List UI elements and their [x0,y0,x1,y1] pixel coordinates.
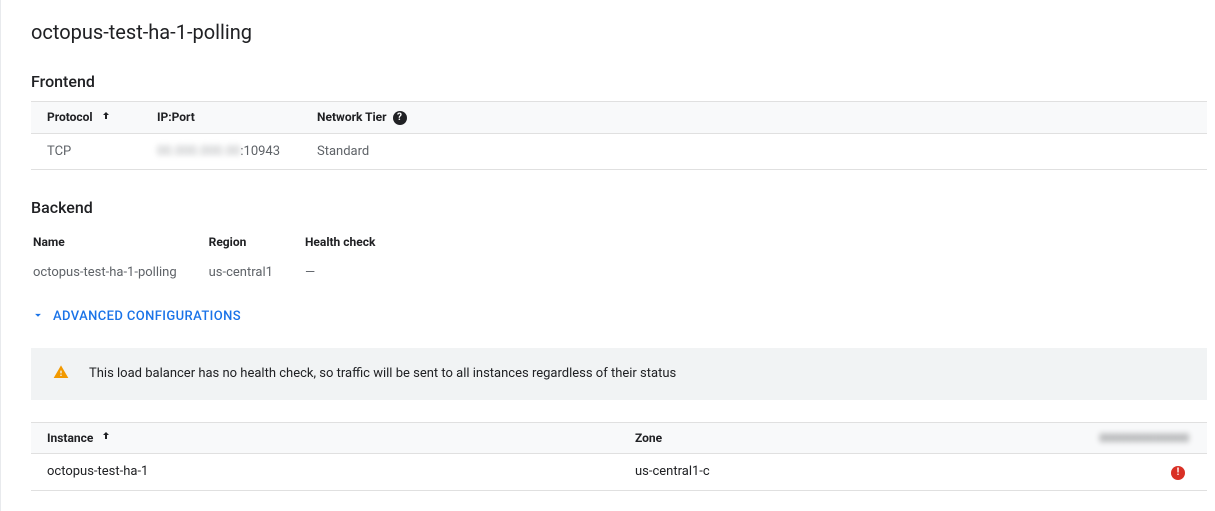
port-suffix: :10943 [240,144,280,159]
frontend-heading: Frontend [31,72,1207,91]
ip-masked: 00.000.000.00 [157,144,240,159]
frontend-protocol: TCP [31,133,141,169]
col-status-header[interactable]: 0000000000000 [892,422,1208,453]
instances-table: Instance Zone 0000000000000 octopus-test… [31,422,1207,491]
advanced-configurations-label: ADVANCED CONFIGURATIONS [53,309,241,324]
warning-text: This load balancer has no health check, … [89,366,676,381]
advanced-configurations-toggle[interactable]: ADVANCED CONFIGURATIONS [31,308,241,326]
backend-region: us-central1 [209,257,303,288]
warning-icon [53,364,69,384]
col-protocol-header[interactable]: Protocol [31,102,141,134]
backend-col-name[interactable]: Name [33,229,207,255]
frontend-table: Protocol IP:Port Network Tier ? TCP 00.0… [31,101,1207,170]
help-icon[interactable]: ? [393,111,407,125]
instance-status: ! [892,454,1208,491]
col-ipport-header[interactable]: IP:Port [141,102,301,134]
col-tier-header[interactable]: Network Tier ? [301,102,1207,134]
col-instance-label: Instance [47,431,93,445]
health-check-warning: This load balancer has no health check, … [31,348,1207,400]
backend-heading: Backend [31,198,1207,217]
error-icon: ! [1171,466,1185,480]
sort-arrow-icon [100,430,112,445]
instance-zone: us-central1-c [619,454,892,491]
backend-name: octopus-test-ha-1-polling [33,257,207,288]
status-header-masked: 0000000000000 [1099,431,1189,445]
instance-row[interactable]: octopus-test-ha-1 us-central1-c ! [31,454,1207,491]
chevron-down-icon [31,308,45,326]
sort-arrow-icon [100,110,112,125]
col-protocol-label: Protocol [47,110,93,124]
backend-row: octopus-test-ha-1-polling us-central1 — [33,257,405,288]
backend-hc: — [305,257,405,288]
frontend-ipport: 00.000.000.00:10943 [141,133,301,169]
instance-name: octopus-test-ha-1 [31,454,619,491]
frontend-tier: Standard [301,133,1207,169]
frontend-row: TCP 00.000.000.00:10943 Standard [31,133,1207,169]
page-title: octopus-test-ha-1-polling [31,20,1207,44]
col-ipport-label: IP:Port [157,110,195,124]
backend-col-region[interactable]: Region [209,229,303,255]
col-instance-header[interactable]: Instance [31,422,619,453]
backend-col-hc[interactable]: Health check [305,229,405,255]
col-tier-label: Network Tier [317,110,387,124]
col-zone-header[interactable]: Zone [619,422,892,453]
backend-table: Name Region Health check octopus-test-ha… [31,227,407,290]
